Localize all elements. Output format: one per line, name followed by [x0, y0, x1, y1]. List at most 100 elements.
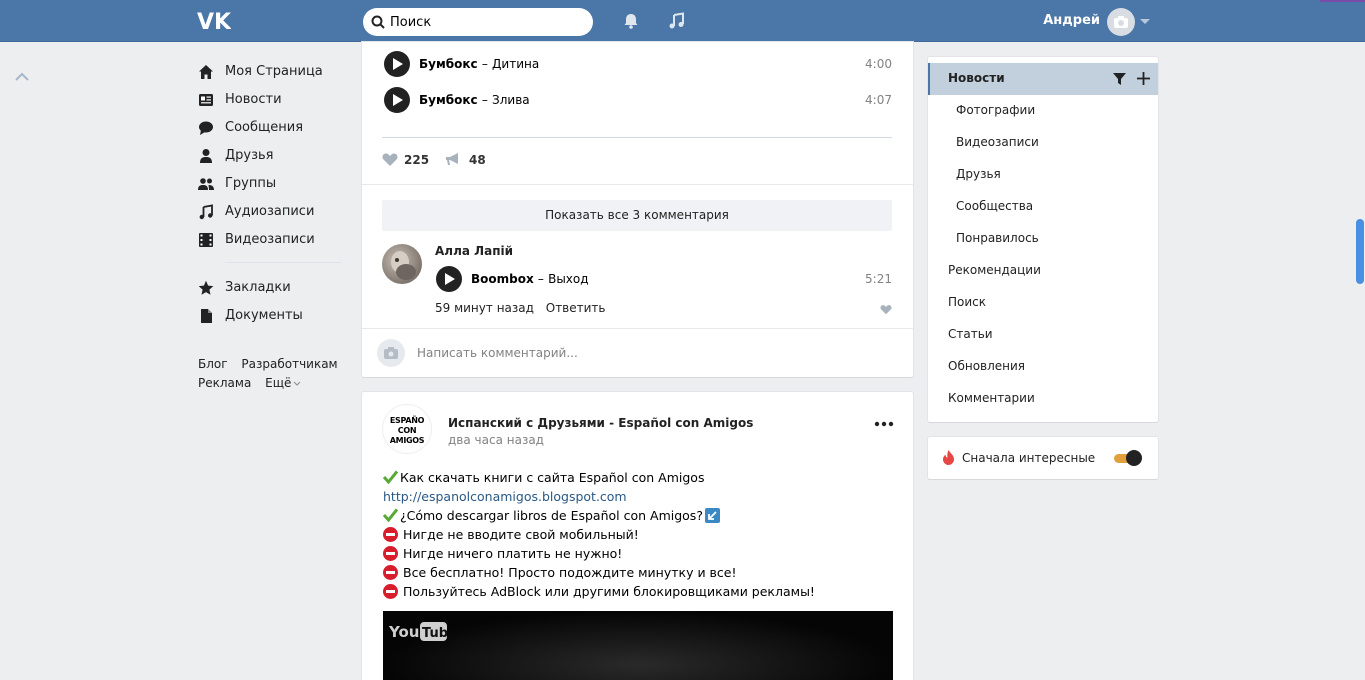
menu-item-label: Поиск [948, 295, 987, 309]
menu-item-articles[interactable]: Статьи [928, 319, 1158, 351]
heart-icon[interactable] [382, 152, 398, 167]
menu-item-videos[interactable]: Видеозаписи [928, 127, 1158, 159]
audio-track[interactable]: Бумбокс – Злива 4:07 [382, 85, 892, 115]
track-artist[interactable]: Бумбокс [419, 93, 478, 107]
friends-icon [200, 149, 212, 163]
play-button[interactable] [384, 51, 410, 77]
track-duration: 4:00 [865, 57, 892, 71]
filter-icon[interactable] [1113, 73, 1126, 85]
plus-icon[interactable] [1137, 72, 1150, 85]
menu-item-recommendations[interactable]: Рекомендации [928, 255, 1158, 287]
music-icon [199, 204, 213, 220]
share-count[interactable]: 48 [469, 153, 486, 167]
sidebar-item-my-page[interactable]: Моя Страница [197, 57, 347, 85]
track-title[interactable]: Дитина [492, 57, 539, 71]
menu-item-comments[interactable]: Комментарии [928, 383, 1158, 415]
chevron-down-icon[interactable] [1140, 19, 1150, 25]
heart-icon[interactable] [880, 304, 892, 315]
svg-text:You: You [389, 623, 419, 641]
post-card: Бумбокс – Дитина 4:00 Бумбокс – Злива 4:… [362, 42, 913, 377]
track-artist[interactable]: Бумбокс [419, 57, 478, 71]
avatar[interactable] [1107, 8, 1135, 36]
menu-item-label: Сообщества [956, 199, 1034, 213]
post-text: Как скачать книги с сайта Español con Am… [383, 468, 883, 601]
sidebar-item-label: Закладки [225, 280, 291, 295]
no-entry-icon [383, 546, 398, 561]
menu-item-search[interactable]: Поиск [928, 287, 1158, 319]
menu-item-updates[interactable]: Обновления [928, 351, 1158, 383]
menu-item-communities[interactable]: Сообщества [928, 191, 1158, 223]
play-button[interactable] [384, 87, 410, 113]
track-artist-line: Boombox – Выход [471, 272, 589, 286]
menu-item-label: Фотографии [956, 103, 1036, 117]
share-icon[interactable] [445, 152, 462, 167]
sidebar-item-documents[interactable]: Документы [197, 301, 347, 329]
footer-link-developers[interactable]: Разработчикам [241, 357, 337, 371]
avatar[interactable]: ESPAÑO CON AMIGOS [382, 404, 432, 454]
vk-logo-icon[interactable]: VK [197, 10, 231, 32]
comment-author[interactable]: Алла Лапій [435, 244, 513, 258]
track-title[interactable]: Злива [492, 93, 530, 107]
avatar[interactable] [382, 244, 422, 284]
more-icon[interactable] [874, 420, 894, 428]
music-icon[interactable] [668, 12, 686, 30]
sidebar-item-groups[interactable]: Группы [197, 169, 347, 197]
track-artist[interactable]: Boombox [471, 272, 534, 286]
bell-icon[interactable] [622, 12, 640, 30]
post-actions: 225 48 [382, 150, 682, 170]
play-icon [445, 273, 455, 285]
menu-item-friends[interactable]: Друзья [928, 159, 1158, 191]
video-icon [199, 233, 213, 247]
divider [225, 262, 341, 263]
post-link[interactable]: http://espanolconamigos.blogspot.com [383, 489, 627, 504]
camera-icon [1114, 16, 1128, 28]
like-count[interactable]: 225 [404, 153, 429, 167]
search-input[interactable] [390, 8, 580, 36]
show-all-comments-button[interactable]: Показать все 3 комментария [382, 200, 892, 231]
interesting-first-toggle[interactable] [1114, 450, 1142, 466]
home-icon [199, 65, 213, 79]
footer-link-more[interactable]: Ещё [265, 376, 301, 390]
sidebar-item-video[interactable]: Видеозаписи [197, 225, 347, 253]
play-icon [393, 94, 403, 106]
groups-icon [198, 178, 214, 190]
video-player[interactable]: You Tube [383, 611, 893, 680]
search-box[interactable] [363, 8, 593, 36]
track-title[interactable]: Выход [548, 272, 588, 286]
play-icon [393, 58, 403, 70]
menu-item-liked[interactable]: Понравилось [928, 223, 1158, 255]
post-time[interactable]: два часа назад [448, 433, 544, 447]
scroll-up-icon[interactable] [14, 70, 30, 82]
menu-item-news[interactable]: Новости [928, 63, 1158, 95]
sidebar-item-audio[interactable]: Аудиозаписи [197, 197, 347, 225]
footer-link-blog[interactable]: Блог [198, 357, 228, 371]
post-author[interactable]: Испанский с Друзьями - Español con Amigo… [448, 416, 753, 430]
header-accent [1320, 0, 1365, 2]
footer-link-ads[interactable]: Реклама [198, 376, 251, 390]
menu-item-photos[interactable]: Фотографии [928, 95, 1158, 127]
sidebar-item-bookmarks[interactable]: Закладки [197, 273, 347, 301]
sidebar-item-label: Моя Страница [225, 64, 323, 79]
comment-input[interactable] [417, 339, 877, 367]
comment-meta: 59 минут назад Ответить [435, 301, 614, 315]
comment-time[interactable]: 59 минут назад [435, 301, 534, 315]
sidebar-item-news[interactable]: Новости [197, 85, 347, 113]
user-name[interactable]: Андрей [1040, 13, 1100, 28]
scrollbar[interactable] [1356, 219, 1364, 284]
sidebar-item-friends[interactable]: Друзья [197, 141, 347, 169]
audio-track[interactable]: Бумбокс – Дитина 4:00 [382, 49, 892, 79]
messages-icon [199, 121, 213, 135]
sidebar-item-label: Группы [225, 176, 277, 191]
menu-item-label: Друзья [956, 167, 1001, 181]
post-card: ESPAÑO CON AMIGOS Испанский с Друзьями -… [362, 392, 913, 680]
track-artist-line: Бумбокс – Дитина [419, 57, 539, 71]
sidebar-item-messages[interactable]: Сообщения [197, 113, 347, 141]
post-line: Нигде ничего платить не нужно! [403, 546, 623, 561]
track-dash: – [537, 272, 544, 286]
menu-item-label: Рекомендации [948, 263, 1041, 277]
audio-track[interactable]: Boombox – Выход 5:21 [434, 264, 892, 294]
reply-button[interactable]: Ответить [546, 301, 606, 315]
menu-item-label: Видеозаписи [956, 135, 1039, 149]
track-duration: 5:21 [865, 272, 892, 286]
play-button[interactable] [436, 266, 462, 292]
